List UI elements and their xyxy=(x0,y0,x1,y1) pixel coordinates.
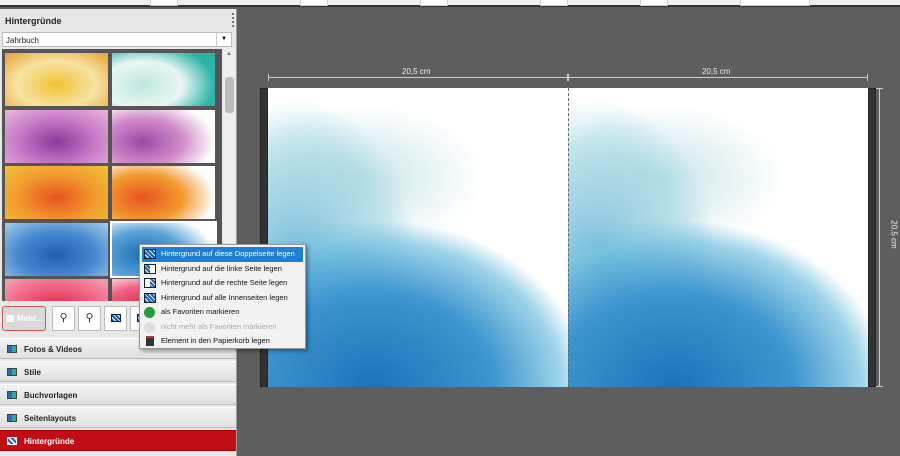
context-menu-item[interactable]: Hintergrund auf alle Innenseiten legen xyxy=(142,291,303,306)
background-thumbnail[interactable] xyxy=(5,166,108,219)
cover-edge-right xyxy=(868,88,876,387)
right-page-background-icon xyxy=(144,278,156,288)
section-icon xyxy=(7,368,17,376)
background-thumbnail[interactable] xyxy=(5,53,108,106)
section-icon xyxy=(7,437,17,445)
background-icon xyxy=(110,314,121,323)
context-menu-item[interactable]: Hintergrund auf diese Doppelseite legen xyxy=(142,247,303,262)
section-icon xyxy=(7,414,17,422)
menu-item-label: Hintergrund auf die linke Seite legen xyxy=(161,263,282,273)
nav-item-label: Stile xyxy=(24,368,41,377)
background-thumbnail[interactable] xyxy=(112,166,215,219)
spread-background-icon xyxy=(144,249,156,259)
nav-item-label: Hintergründe xyxy=(24,437,75,446)
menu-item-label: Hintergrund auf alle Innenseiten legen xyxy=(161,292,288,302)
width-dimension-right xyxy=(568,74,868,81)
toolbar-button[interactable] xyxy=(640,0,668,6)
context-menu-item[interactable]: Hintergrund auf die rechte Seite legen xyxy=(142,276,303,291)
background-thumbnail[interactable] xyxy=(5,279,108,301)
section-icon xyxy=(7,391,17,399)
height-label: 20,5 cm xyxy=(889,220,899,249)
panel-title: Hintergründe xyxy=(5,16,62,26)
magnifier-icon: ⚲ xyxy=(85,312,94,324)
width-label-left: 20,5 cm xyxy=(402,67,431,76)
context-menu-item[interactable]: Hintergrund auf die linke Seite legen xyxy=(142,262,303,277)
category-select[interactable]: Jahrbuch ▼ xyxy=(2,32,232,47)
nav-item-label: Fotos & Videos xyxy=(24,345,83,354)
menu-item-label: nicht mehr als Favoriten markieren xyxy=(161,321,277,331)
height-dimension xyxy=(876,88,883,387)
nav-item-stile[interactable]: Stile xyxy=(0,361,236,382)
nav-item-label: Buchvorlagen xyxy=(24,391,78,400)
all-pages-background-icon xyxy=(144,292,156,303)
section-icon xyxy=(7,345,17,353)
zoom-out-button[interactable]: ⚲ xyxy=(78,306,101,331)
spine-line xyxy=(568,88,569,387)
more-button[interactable]: Mehr... xyxy=(2,306,46,331)
favorite-icon xyxy=(144,307,155,318)
panel-grip[interactable] xyxy=(232,13,234,27)
menu-item-label: Hintergrund auf die rechte Seite legen xyxy=(161,278,288,287)
nav-item-hintergründe[interactable]: Hintergründe xyxy=(0,430,236,451)
width-dimension-left xyxy=(268,74,568,81)
top-toolbar xyxy=(0,0,900,7)
nav-item-buchvorlagen[interactable]: Buchvorlagen xyxy=(0,384,236,405)
background-thumbnail[interactable] xyxy=(5,222,108,276)
menu-item-label: Element in den Papierkorb legen xyxy=(161,336,270,345)
context-menu-item[interactable]: als Favoriten markieren xyxy=(142,305,303,320)
category-select-value: Jahrbuch xyxy=(6,36,39,45)
trash-icon xyxy=(146,336,154,346)
background-thumbnail[interactable] xyxy=(5,109,108,163)
left-page[interactable] xyxy=(268,88,568,387)
toolbar-button[interactable] xyxy=(420,0,448,6)
width-label-right: 20,5 cm xyxy=(702,67,731,76)
nav-item-label: Seitenlayouts xyxy=(24,414,77,423)
toolbar-button[interactable] xyxy=(300,0,328,6)
menu-item-label: als Favoriten markieren xyxy=(161,307,240,316)
toolbar-button[interactable] xyxy=(150,0,178,6)
background-thumbnail[interactable] xyxy=(112,53,215,106)
context-menu-item: nicht mehr als Favoriten markieren xyxy=(142,320,303,335)
chevron-down-icon[interactable]: ▼ xyxy=(216,33,231,46)
nav-item-seitenlayouts[interactable]: Seitenlayouts xyxy=(0,407,236,428)
scroll-up-icon[interactable]: ▲ xyxy=(226,51,232,57)
scrollbar-thumb[interactable] xyxy=(225,77,234,113)
apply-spread-button[interactable] xyxy=(104,306,127,331)
left-page-background-icon xyxy=(144,263,156,274)
toolbar-button[interactable] xyxy=(540,0,568,6)
context-menu-item[interactable]: Element in den Papierkorb legen xyxy=(142,334,303,349)
menu-item-label: Hintergrund auf diese Doppelseite legen xyxy=(161,249,295,258)
zoom-in-button[interactable]: ⚲ xyxy=(52,306,75,331)
context-menu: Hintergrund auf diese Doppelseite legen H… xyxy=(139,244,306,349)
magnifier-icon: ⚲ xyxy=(59,312,68,324)
background-thumbnail[interactable] xyxy=(112,109,215,163)
unfavorite-icon xyxy=(144,321,155,333)
right-page[interactable] xyxy=(568,88,868,387)
left-panel: Hintergründe Jahrbuch ▼ ▲ Mehr... ⚲ ⚲ Fo… xyxy=(0,9,237,456)
toolbar-dropdown[interactable] xyxy=(740,0,810,6)
